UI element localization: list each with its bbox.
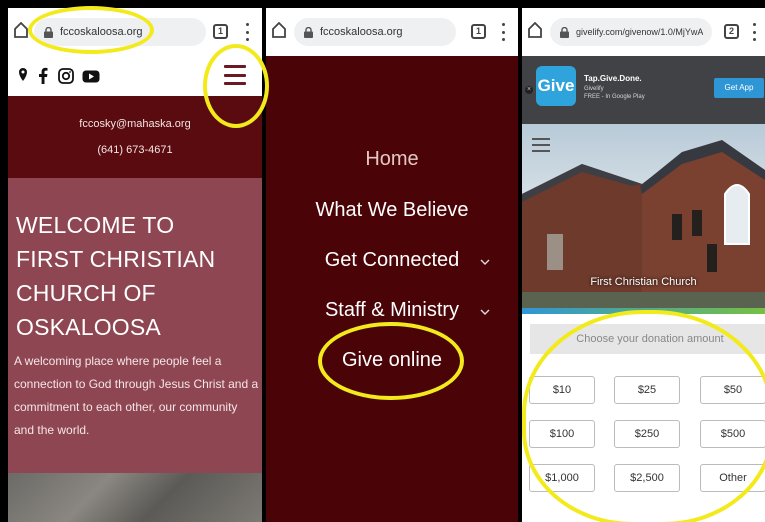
home-icon[interactable] — [528, 22, 542, 38]
home-icon[interactable] — [14, 22, 28, 38]
close-icon[interactable]: × — [525, 86, 533, 94]
contact-band: fccosky@mahaska.org (641) 673-4671 — [8, 96, 262, 178]
amount-button-other[interactable]: Other — [700, 464, 765, 492]
lock-icon — [560, 26, 569, 38]
contact-email[interactable]: fccosky@mahaska.org — [8, 118, 262, 130]
banner-publisher: Givelify — [584, 86, 604, 92]
contact-phone[interactable]: (641) 673-4671 — [8, 144, 262, 156]
more-menu-icon[interactable] — [245, 23, 249, 41]
hero-title: WELCOME TO FIRST CHRISTIAN CHURCH OF OSK… — [16, 208, 256, 344]
tabs-icon[interactable]: 2 — [724, 24, 739, 39]
browser-toolbar: givelify.com/givenow/1.0/MjYwA 2 — [522, 8, 765, 56]
url-text: fccoskaloosa.org — [60, 26, 143, 38]
chevron-down-icon[interactable] — [480, 307, 490, 317]
url-text: fccoskaloosa.org — [320, 26, 403, 38]
banner-title: Tap.Give.Done. — [584, 74, 642, 83]
amount-button-1000[interactable]: $1,000 — [529, 464, 595, 492]
church-photo: First Christian Church — [522, 124, 765, 314]
more-menu-icon[interactable] — [501, 23, 505, 41]
tabs-icon[interactable]: 1 — [213, 24, 228, 39]
banner-store-line: FREE - In Google Play — [584, 94, 645, 100]
screen-homepage: fccoskaloosa.org 1 fccosky@mahaska.org (… — [8, 8, 262, 522]
tabs-icon[interactable]: 1 — [471, 24, 486, 39]
amount-button-500[interactable]: $500 — [700, 420, 765, 448]
app-install-banner: × Give Tap.Give.Done. Givelify FREE - In… — [522, 56, 765, 124]
screen-nav-menu: fccoskaloosa.org 1 Home What We Believe … — [266, 8, 518, 522]
url-text: givelify.com/givenow/1.0/MjYwA — [576, 27, 704, 37]
welcome-hero: WELCOME TO FIRST CHRISTIAN CHURCH OF OSK… — [8, 178, 262, 473]
browser-toolbar: fccoskaloosa.org 1 — [8, 8, 262, 56]
hero-title-line: FIRST CHRISTIAN — [16, 246, 216, 272]
more-menu-icon[interactable] — [752, 23, 756, 41]
hero-title-line: CHURCH OF — [16, 280, 156, 306]
address-bar[interactable]: fccoskaloosa.org — [34, 18, 206, 46]
facebook-icon[interactable] — [38, 67, 48, 85]
nav-item-give-online[interactable]: Give online — [266, 349, 518, 372]
church-name-caption: First Christian Church — [590, 276, 697, 288]
hero-title-line: WELCOME TO — [16, 212, 175, 238]
home-icon[interactable] — [272, 22, 286, 38]
stone-texture-image — [8, 473, 262, 522]
hamburger-menu-icon[interactable] — [224, 65, 246, 85]
youtube-icon[interactable] — [82, 67, 100, 85]
address-bar[interactable]: givelify.com/givenow/1.0/MjYwA — [550, 18, 712, 46]
nav-item-what-we-believe[interactable]: What We Believe — [266, 199, 518, 222]
menu-icon[interactable] — [532, 138, 550, 152]
lock-icon — [304, 26, 313, 38]
lock-icon — [44, 26, 53, 38]
social-bar — [8, 56, 262, 96]
givelify-logo: Give — [536, 66, 576, 106]
get-app-button[interactable]: Get App — [714, 78, 764, 98]
donation-prompt: Choose your donation amount — [530, 324, 765, 354]
navigation-menu: Home What We Believe Get Connected Staff… — [266, 56, 518, 522]
hero-description: A welcoming place where people feel a co… — [14, 354, 259, 437]
screen-givelify-donation: givelify.com/givenow/1.0/MjYwA 2 × Give … — [522, 8, 765, 522]
hero-title-line: OSKALOOSA — [16, 314, 161, 340]
amount-button-250[interactable]: $250 — [614, 420, 680, 448]
amount-button-2500[interactable]: $2,500 — [614, 464, 680, 492]
address-bar[interactable]: fccoskaloosa.org — [294, 18, 456, 46]
amount-button-25[interactable]: $25 — [614, 376, 680, 404]
amount-button-50[interactable]: $50 — [700, 376, 765, 404]
amount-button-100[interactable]: $100 — [529, 420, 595, 448]
nav-item-home[interactable]: Home — [266, 148, 518, 171]
amount-button-10[interactable]: $10 — [529, 376, 595, 404]
donation-section: Choose your donation amount $10 $25 $50 … — [522, 314, 765, 522]
chevron-down-icon[interactable] — [480, 257, 490, 267]
map-pin-icon[interactable] — [18, 67, 28, 85]
browser-toolbar: fccoskaloosa.org 1 — [266, 8, 518, 56]
instagram-icon[interactable] — [58, 67, 74, 85]
